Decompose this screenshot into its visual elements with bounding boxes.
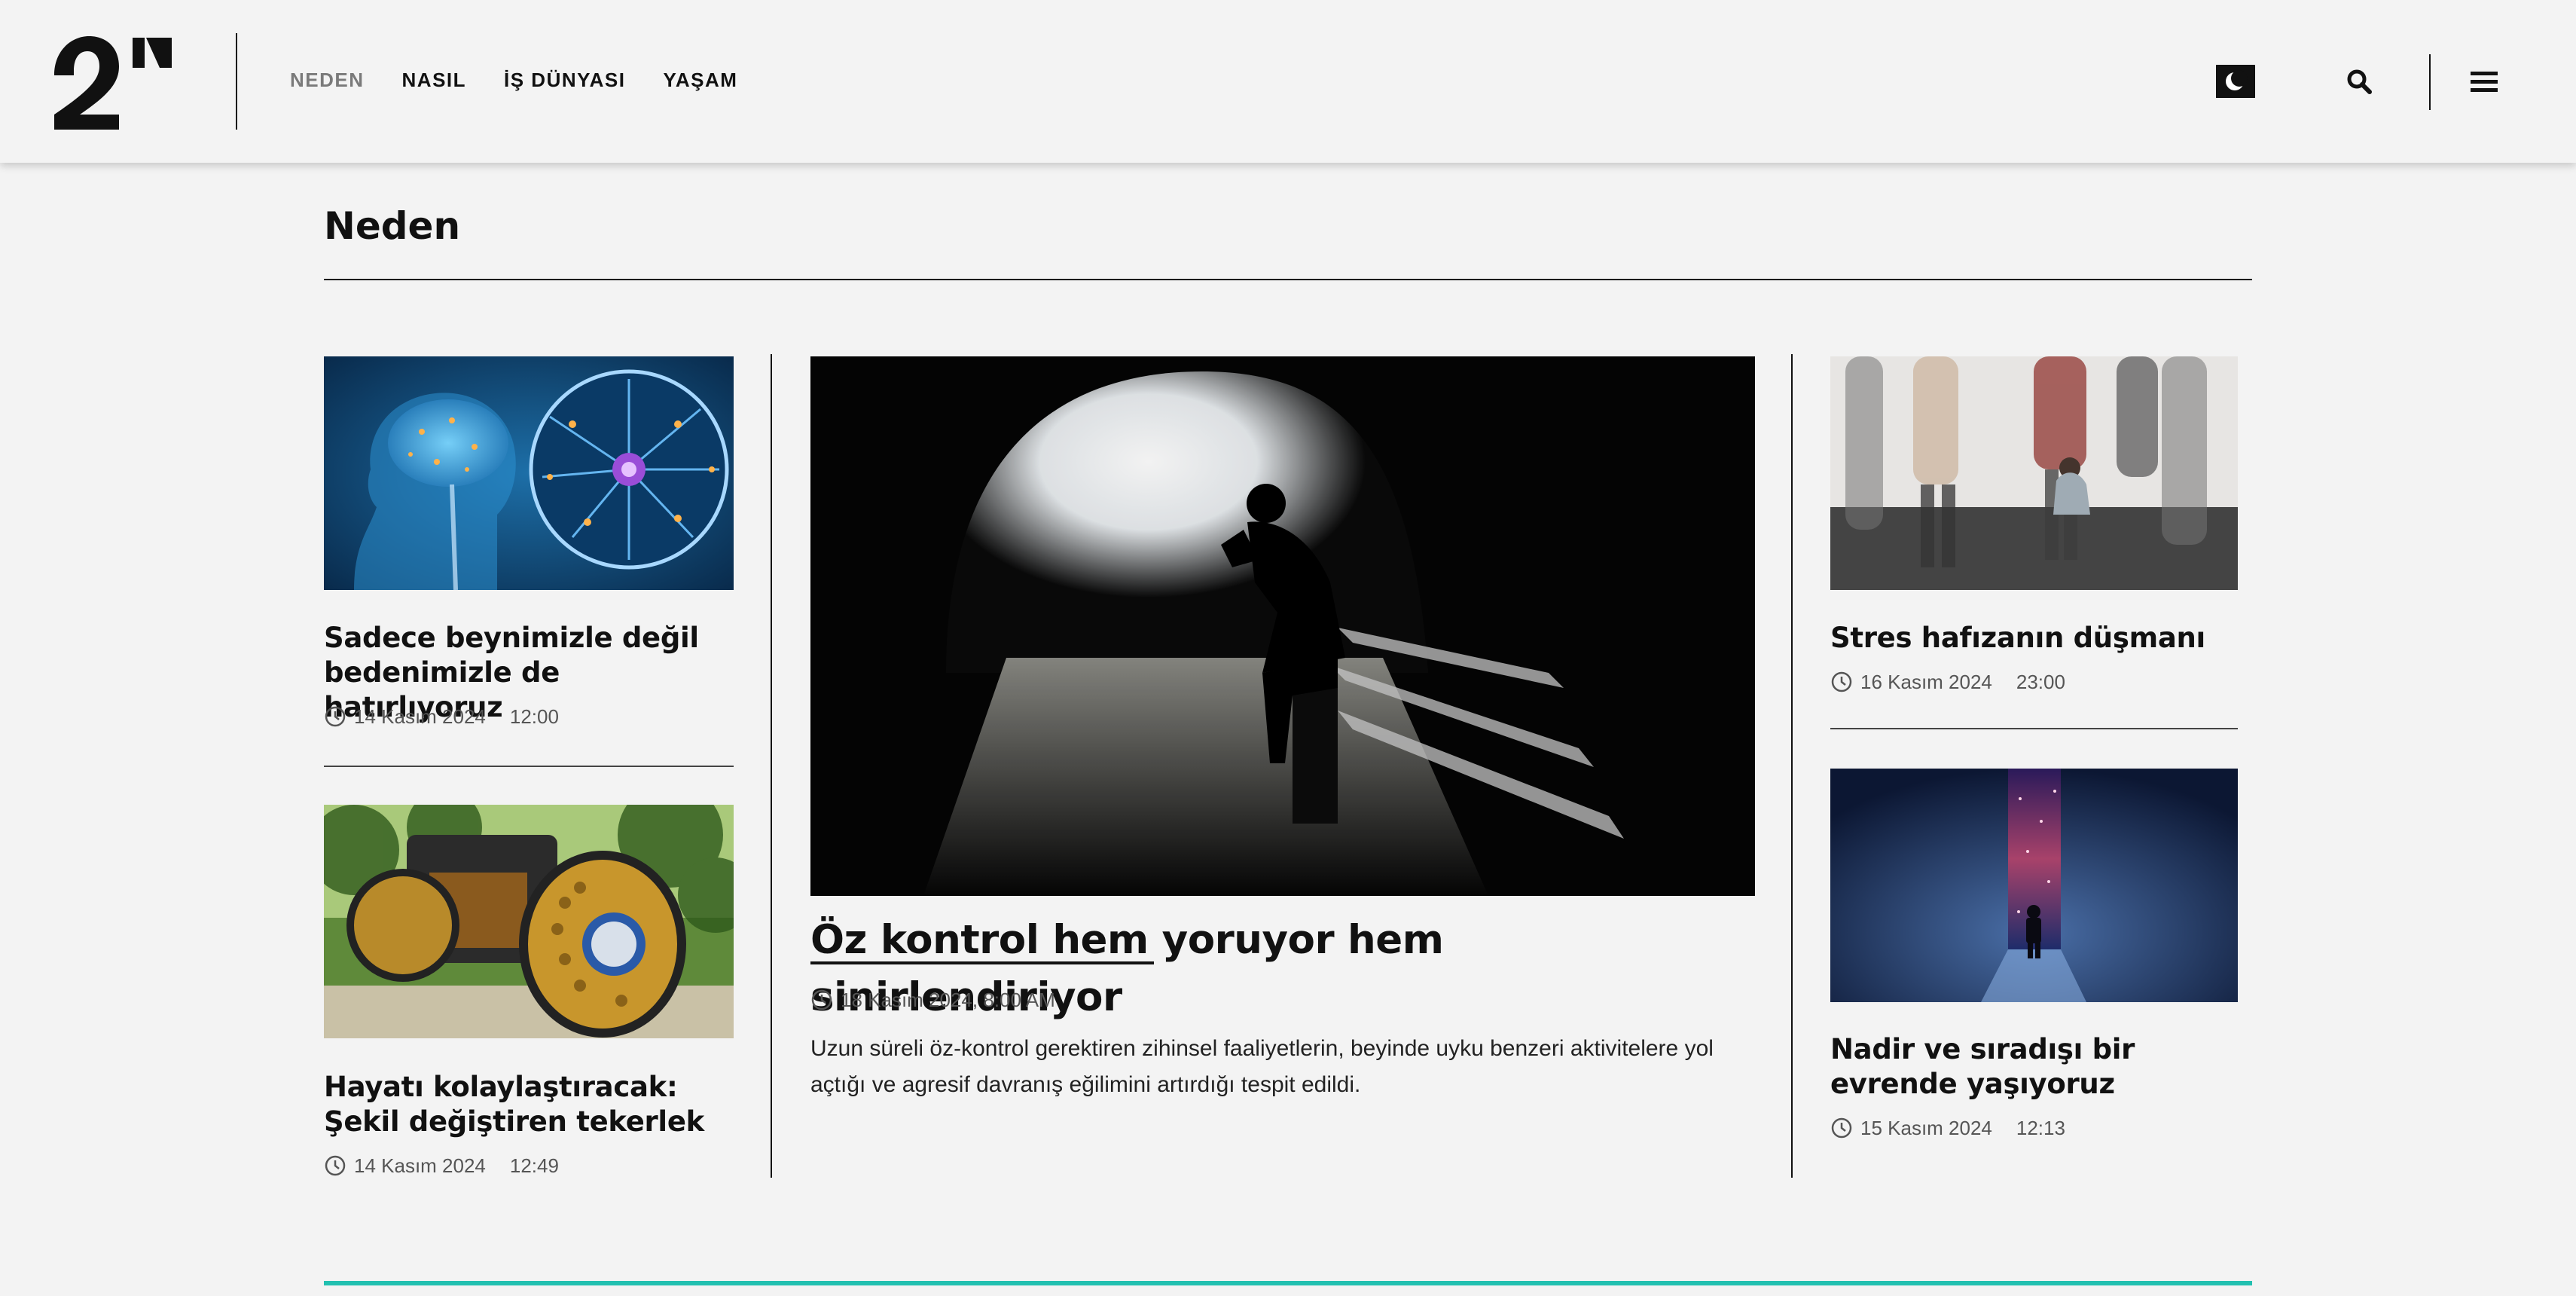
main-nav: NEDEN NASIL İŞ DÜNYASI YAŞAM	[290, 66, 737, 93]
card-divider	[1830, 728, 2238, 729]
article-image[interactable]	[324, 805, 734, 1038]
article-meta: 14 Kasım 2024 12:00	[324, 704, 559, 729]
feature-datetime: 18 Kasım 2024, 8:00 AM	[841, 989, 1055, 1011]
article-title[interactable]: Stres hafızanın düşmanı	[1830, 621, 2252, 656]
header-divider-right	[2429, 54, 2431, 110]
nav-item-yasam[interactable]: YAŞAM	[663, 66, 737, 93]
header-divider	[236, 33, 237, 130]
stressed-person-crowd-image	[1830, 356, 2238, 590]
brain-neuron-image	[324, 356, 734, 590]
article-image[interactable]	[1830, 769, 2238, 1002]
shape-shifting-wheel-image	[324, 805, 734, 1038]
site-header: NEDEN NASIL İŞ DÜNYASI YAŞAM	[0, 0, 2576, 163]
search-icon	[2347, 69, 2372, 94]
article-meta: 15 Kasım 2024 12:13	[1830, 1115, 2065, 1141]
man-on-bench-tunnel-image	[810, 356, 1755, 896]
feature-title-underline	[810, 961, 1154, 964]
section-divider	[324, 279, 2252, 280]
cosmic-portal-image	[1830, 769, 2238, 1002]
nav-item-neden[interactable]: NEDEN	[290, 66, 365, 93]
article-time: 23:00	[2016, 671, 2065, 693]
article-title[interactable]: Hayatı kolaylaştıracak: Şekil değiştiren…	[324, 1070, 746, 1139]
card-divider	[324, 766, 734, 767]
article-meta: 16 Kasım 2024 23:00	[1830, 669, 2065, 695]
search-button[interactable]	[2343, 65, 2377, 99]
article-image[interactable]	[324, 356, 734, 590]
article-date: 14 Kasım 2024	[354, 1154, 486, 1177]
feature-meta: 18 Kasım 2024, 8:00 AM	[810, 987, 1055, 1013]
clock-icon	[811, 989, 832, 1010]
hamburger-menu-icon	[2471, 72, 2498, 92]
clock-icon	[1831, 1117, 1852, 1139]
feature-description: Uzun süreli öz-kontrol gerektiren zihins…	[810, 1036, 1714, 1097]
article-date: 14 Kasım 2024	[354, 705, 486, 728]
article-time: 12:49	[509, 1154, 559, 1177]
column-divider	[1791, 354, 1793, 1178]
article-date: 16 Kasım 2024	[1860, 671, 1992, 693]
clock-icon	[1831, 671, 1852, 692]
accent-divider	[324, 1281, 2252, 1285]
site-logo[interactable]	[50, 33, 173, 131]
nav-item-nasil[interactable]: NASIL	[402, 66, 467, 93]
menu-button[interactable]	[2469, 66, 2499, 96]
article-time: 12:00	[509, 705, 559, 728]
clock-icon	[325, 1155, 346, 1176]
feature-image[interactable]	[810, 356, 1755, 896]
column-divider	[771, 354, 772, 1178]
theme-toggle-button[interactable]	[2216, 65, 2255, 98]
section-title: Neden	[324, 204, 461, 248]
article-image[interactable]	[1830, 356, 2238, 590]
article-title[interactable]: Nadir ve sıradışı bir evrende yaşıyoruz	[1830, 1032, 2252, 1102]
clock-icon	[325, 706, 346, 727]
article-date: 15 Kasım 2024	[1860, 1117, 1992, 1139]
moon-icon	[2226, 70, 2248, 90]
nav-item-is-dunyasi[interactable]: İŞ DÜNYASI	[504, 66, 625, 93]
article-meta: 14 Kasım 2024 12:49	[324, 1153, 559, 1178]
article-time: 12:13	[2016, 1117, 2065, 1139]
